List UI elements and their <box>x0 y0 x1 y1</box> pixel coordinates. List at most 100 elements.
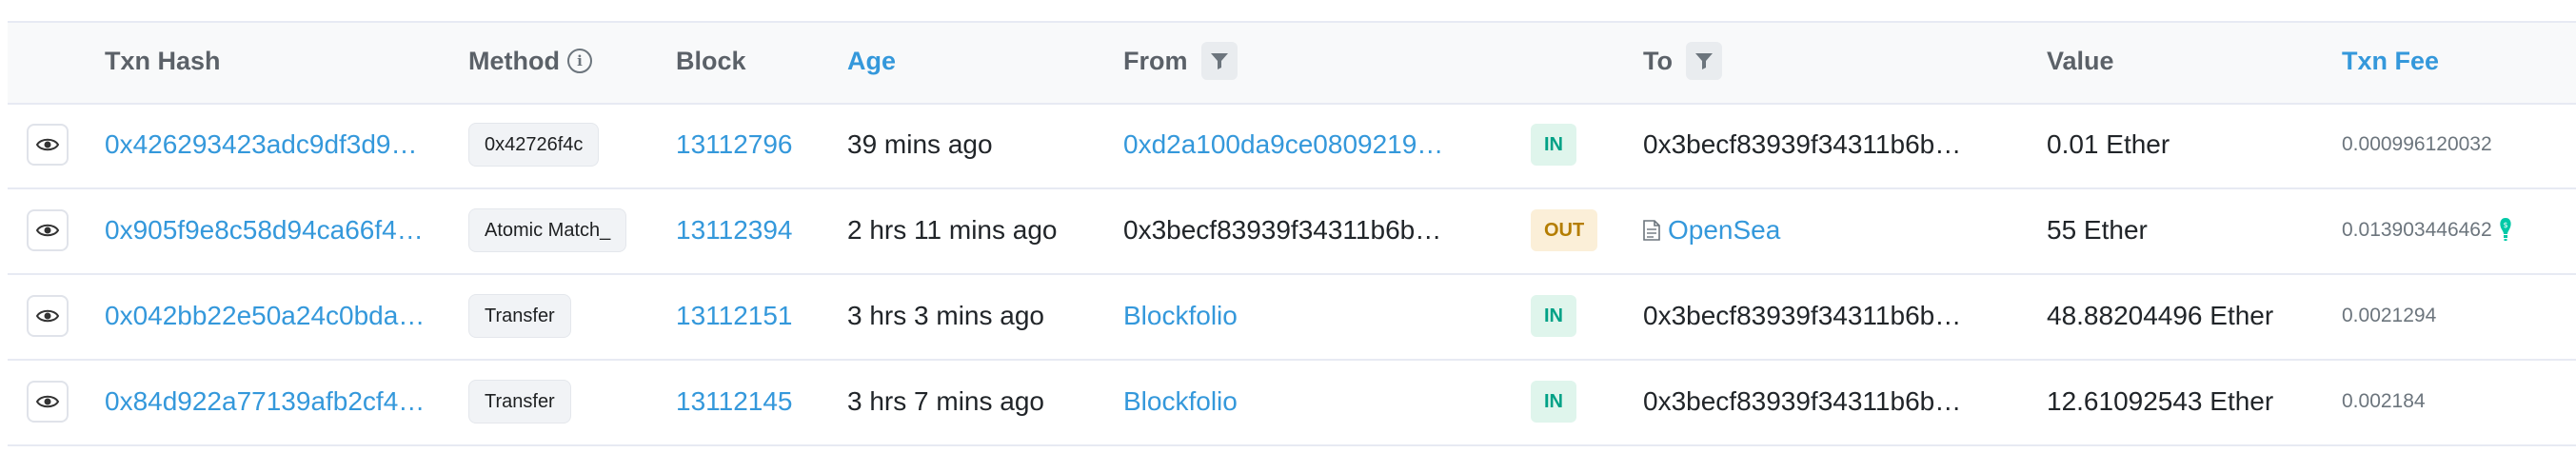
column-header-label: Value <box>2047 46 2114 75</box>
method-cell: 0x42726f4c <box>468 102 600 187</box>
column-header-label: Block <box>676 46 746 75</box>
age-cell: 3 hrs 7 mins ago <box>847 359 1044 444</box>
txn-fee-cell: 0.002184 <box>2342 359 2426 444</box>
value-cell: 48.88204496 Ether <box>2047 273 2273 359</box>
contract-icon <box>1643 220 1660 241</box>
from-address-text: 0x3becf83939f34311b6b… <box>1123 215 1442 245</box>
age-cell: 2 hrs 11 mins ago <box>847 187 1058 273</box>
from-cell: Blockfolio <box>1123 273 1238 359</box>
table-header <box>8 21 2576 105</box>
method-badge: Transfer <box>468 294 571 338</box>
value-cell: 12.61092543 Ether <box>2047 359 2273 444</box>
to-filter-button[interactable] <box>1685 42 1722 80</box>
info-icon[interactable]: i <box>566 49 592 73</box>
block-cell: 13112394 <box>676 187 793 273</box>
column-header-block: Block <box>676 21 746 101</box>
age-cell: 39 mins ago <box>847 102 993 187</box>
block-link[interactable]: 13112151 <box>676 301 793 331</box>
method-badge: Atomic Match_ <box>468 208 627 252</box>
column-header-label: Txn Hash <box>105 46 221 75</box>
to-address-text: 0x3becf83939f34311b6b… <box>1643 386 1962 416</box>
value-cell: 55 Ether <box>2047 187 2148 273</box>
view-details-button[interactable] <box>27 381 69 423</box>
view-details-button[interactable] <box>27 209 69 251</box>
from-cell: Blockfolio <box>1123 359 1238 444</box>
value-text: 12.61092543 Ether <box>2047 386 2274 416</box>
method-badge: Transfer <box>468 380 571 423</box>
age-text: 39 mins ago <box>847 129 993 159</box>
column-header-to: To <box>1643 21 1722 101</box>
value-text: 48.88204496 Ether <box>2047 301 2274 330</box>
direction-badge: IN <box>1531 295 1576 337</box>
eye-icon <box>36 224 59 237</box>
from-cell: 0x3becf83939f34311b6b… <box>1123 187 1441 273</box>
direction-cell: IN <box>1531 102 1576 187</box>
to-cell: 0x3becf83939f34311b6b… <box>1643 102 1961 187</box>
txn-hash-link[interactable]: 0x84d922a77139afb2cf4… <box>105 386 425 417</box>
eye-icon <box>36 395 59 408</box>
from-address-link[interactable]: Blockfolio <box>1123 301 1238 331</box>
direction-badge: IN <box>1531 381 1576 423</box>
svg-text:$: $ <box>2503 221 2507 229</box>
from-cell: 0xd2a100da9ce0809219… <box>1123 102 1443 187</box>
txn-hash-cell: 0x042bb22e50a24c0bda… <box>105 273 425 359</box>
value-text: 55 Ether <box>2047 215 2148 245</box>
column-header-txn-fee[interactable]: Txn Fee <box>2342 21 2439 101</box>
view-details-button[interactable] <box>27 124 69 166</box>
block-cell: 13112151 <box>676 273 793 359</box>
column-header-label: Method <box>468 46 560 75</box>
block-link[interactable]: 13112145 <box>676 386 793 417</box>
value-text: 0.01 Ether <box>2047 129 2170 159</box>
column-header-label[interactable]: Txn Fee <box>2342 47 2439 76</box>
age-cell: 3 hrs 3 mins ago <box>847 273 1044 359</box>
to-cell: 0x3becf83939f34311b6b… <box>1643 273 1961 359</box>
row-details-cell <box>27 187 69 273</box>
column-header-from: From <box>1123 21 1238 101</box>
txn-hash-link[interactable]: 0x905f9e8c58d94ca66f4… <box>105 215 424 246</box>
column-header-value: Value <box>2047 21 2114 101</box>
txn-fee-text: 0.013903446462 <box>2342 219 2492 241</box>
txn-fee-cell: 0.000996120032 <box>2342 102 2492 187</box>
block-link[interactable]: 13112394 <box>676 215 793 246</box>
row-details-cell <box>27 102 69 187</box>
txn-hash-link[interactable]: 0x042bb22e50a24c0bda… <box>105 301 425 331</box>
txn-fee-text: 0.0021294 <box>2342 305 2437 326</box>
age-text: 3 hrs 7 mins ago <box>847 386 1044 416</box>
txn-fee-cell: 0.013903446462 $ <box>2342 187 2513 273</box>
from-address-link[interactable]: Blockfolio <box>1123 386 1238 417</box>
age-text: 3 hrs 3 mins ago <box>847 301 1044 330</box>
txn-fee-cell: 0.0021294 <box>2342 273 2436 359</box>
to-cell: OpenSea <box>1643 187 1780 273</box>
direction-cell: IN <box>1531 359 1576 444</box>
row-details-cell <box>27 273 69 359</box>
block-cell: 13112145 <box>676 359 793 444</box>
to-address-text: 0x3becf83939f34311b6b… <box>1643 129 1962 159</box>
block-link[interactable]: 13112796 <box>676 129 793 160</box>
method-badge: 0x42726f4c <box>468 123 600 167</box>
transactions-table: Txn Hash Method i Block Age From To Valu… <box>0 0 2576 453</box>
txn-fee-text: 0.002184 <box>2342 390 2426 412</box>
view-details-button[interactable] <box>27 295 69 337</box>
value-cell: 0.01 Ether <box>2047 102 2170 187</box>
eye-icon <box>36 309 59 323</box>
method-cell: Transfer <box>468 359 571 444</box>
table-row: 0x042bb22e50a24c0bda… Transfer 13112151 … <box>8 273 2576 361</box>
from-address-link[interactable]: 0xd2a100da9ce0809219… <box>1123 129 1443 160</box>
block-cell: 13112796 <box>676 102 793 187</box>
column-header-label[interactable]: Age <box>847 47 896 76</box>
direction-badge: OUT <box>1531 209 1598 251</box>
age-text: 2 hrs 11 mins ago <box>847 215 1058 245</box>
column-header-age[interactable]: Age <box>847 21 896 101</box>
gas-saving-icon[interactable]: $ <box>2498 217 2513 244</box>
method-cell: Transfer <box>468 273 571 359</box>
row-details-cell <box>27 359 69 444</box>
txn-hash-cell: 0x84d922a77139afb2cf4… <box>105 359 425 444</box>
eye-icon <box>36 138 59 151</box>
method-cell: Atomic Match_ <box>468 187 627 273</box>
to-contract-link[interactable]: OpenSea <box>1668 215 1780 246</box>
table-row: 0x84d922a77139afb2cf4… Transfer 13112145… <box>8 359 2576 446</box>
column-header-label: To <box>1643 46 1673 75</box>
txn-hash-link[interactable]: 0x426293423adc9df3d9… <box>105 129 418 160</box>
from-filter-button[interactable] <box>1200 42 1238 80</box>
column-header-txn-hash: Txn Hash <box>105 21 221 101</box>
